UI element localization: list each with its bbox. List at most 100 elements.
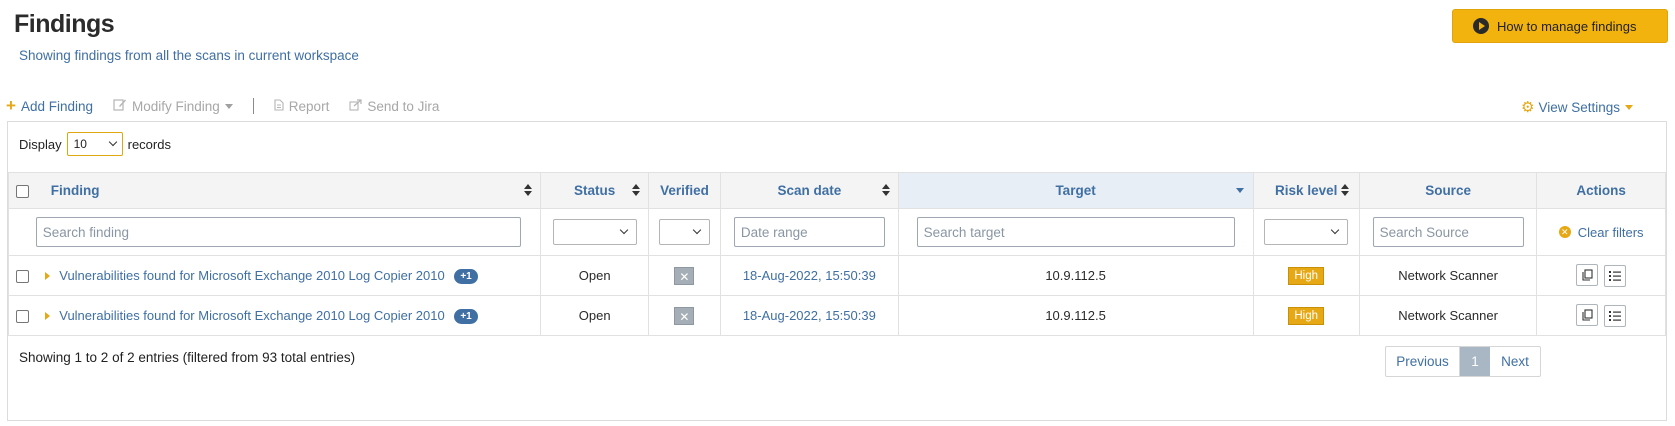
display-length-control: Display 10 records bbox=[19, 132, 171, 156]
expand-arrow-icon[interactable] bbox=[44, 312, 50, 321]
details-button[interactable] bbox=[1603, 305, 1626, 327]
target-header-label: Target bbox=[1055, 183, 1096, 198]
target-cell: 10.9.112.5 bbox=[897, 255, 1254, 296]
chevron-down-icon bbox=[108, 137, 117, 147]
finding-link[interactable]: Vulnerabilities found for Microsoft Exch… bbox=[59, 269, 444, 284]
sort-icon bbox=[1341, 184, 1349, 196]
modify-finding-label: Modify Finding bbox=[132, 98, 220, 114]
how-to-manage-findings-button[interactable]: How to manage findings bbox=[1452, 9, 1668, 43]
add-finding-label: Add Finding bbox=[20, 98, 93, 114]
risk-header-label: Risk level bbox=[1275, 183, 1338, 198]
copy-button[interactable] bbox=[1576, 264, 1599, 286]
risk-level-badge: High bbox=[1288, 306, 1325, 325]
report-button[interactable]: Report bbox=[274, 98, 329, 114]
list-icon bbox=[1608, 311, 1621, 321]
sort-icon bbox=[632, 184, 640, 196]
verified-header-label: Verified bbox=[660, 183, 709, 198]
chevron-down-icon bbox=[224, 103, 233, 109]
page-title: Findings bbox=[14, 10, 115, 38]
chevron-down-icon bbox=[1330, 225, 1340, 235]
toolbar-divider bbox=[252, 98, 254, 114]
column-header-scan-date[interactable]: Scan date bbox=[720, 172, 899, 209]
expand-arrow-icon[interactable] bbox=[44, 272, 50, 281]
display-prefix: Display bbox=[19, 136, 62, 152]
document-icon bbox=[274, 98, 284, 114]
modify-finding-button[interactable]: Modify Finding bbox=[113, 98, 233, 114]
column-header-status[interactable]: Status bbox=[540, 172, 649, 209]
extra-count-badge[interactable]: +1 bbox=[454, 308, 478, 324]
next-page-button[interactable]: Next bbox=[1490, 347, 1540, 376]
records-per-page-select[interactable]: 10 bbox=[66, 132, 123, 156]
select-all-checkbox[interactable] bbox=[16, 184, 29, 198]
column-header-risk-level[interactable]: Risk level bbox=[1252, 172, 1360, 209]
status-cell: Open bbox=[540, 255, 649, 296]
send-to-jira-label: Send to Jira bbox=[367, 98, 440, 114]
actions-header-label: Actions bbox=[1576, 183, 1626, 198]
search-source-input[interactable]: Search Source bbox=[1372, 217, 1524, 247]
target-cell: 10.9.112.5 bbox=[897, 295, 1254, 336]
clear-filters-button[interactable]: ✕ Clear filters bbox=[1537, 225, 1665, 240]
status-header-label: Status bbox=[574, 183, 616, 198]
view-settings-button[interactable]: ⚙ View Settings bbox=[1521, 98, 1634, 116]
gear-icon: ⚙ bbox=[1521, 99, 1535, 116]
finding-header-label: Finding bbox=[50, 183, 100, 198]
status-filter-select[interactable] bbox=[552, 219, 637, 245]
copy-icon bbox=[1582, 309, 1593, 321]
view-settings-label: View Settings bbox=[1538, 99, 1621, 115]
chevron-down-icon bbox=[692, 225, 702, 235]
chevron-down-icon bbox=[619, 225, 628, 235]
sort-desc-icon bbox=[1235, 188, 1244, 193]
findings-panel: Display 10 records Finding Status Verifi… bbox=[7, 121, 1667, 421]
share-icon bbox=[349, 98, 362, 114]
chevron-down-icon bbox=[1625, 104, 1634, 110]
column-header-verified[interactable]: Verified bbox=[647, 172, 722, 209]
column-header-actions: Actions bbox=[1536, 172, 1666, 209]
table-info: Showing 1 to 2 of 2 entries (filtered fr… bbox=[19, 350, 356, 365]
findings-table: Finding Status Verified Scan date Target… bbox=[7, 172, 1666, 336]
play-icon bbox=[1473, 18, 1489, 34]
records-per-page-value: 10 bbox=[73, 137, 87, 151]
finding-link[interactable]: Vulnerabilities found for Microsoft Exch… bbox=[59, 309, 444, 324]
add-finding-button[interactable]: + Add Finding bbox=[6, 96, 93, 115]
column-header-source[interactable]: Source bbox=[1358, 172, 1538, 209]
source-cell: Network Scanner bbox=[1358, 255, 1538, 296]
sort-icon bbox=[882, 184, 890, 196]
clear-filters-label: Clear filters bbox=[1577, 224, 1644, 240]
send-to-jira-button[interactable]: Send to Jira bbox=[349, 99, 439, 114]
previous-page-button[interactable]: Previous bbox=[1386, 347, 1460, 376]
scan-date-link[interactable]: 18-Aug-2022, 15:50:39 bbox=[743, 308, 876, 323]
table-row: Vulnerabilities found for Microsoft Exch… bbox=[7, 255, 1666, 296]
scan-date-header-label: Scan date bbox=[777, 183, 842, 198]
details-button[interactable] bbox=[1603, 265, 1626, 287]
not-verified-icon: ✕ bbox=[674, 266, 695, 285]
edit-icon bbox=[113, 98, 127, 114]
list-icon bbox=[1608, 271, 1621, 281]
risk-filter-select[interactable] bbox=[1264, 219, 1349, 245]
copy-icon bbox=[1582, 269, 1593, 281]
search-target-input[interactable]: Search target bbox=[916, 217, 1235, 247]
search-finding-input[interactable]: Search finding bbox=[35, 217, 521, 247]
table-row: Vulnerabilities found for Microsoft Exch… bbox=[7, 295, 1666, 336]
column-header-finding[interactable]: Finding bbox=[7, 172, 542, 209]
row-checkbox[interactable] bbox=[16, 269, 29, 283]
display-suffix: records bbox=[127, 136, 171, 152]
status-cell: Open bbox=[540, 295, 649, 336]
how-to-label: How to manage findings bbox=[1497, 18, 1637, 34]
column-header-target[interactable]: Target bbox=[897, 172, 1254, 209]
extra-count-badge[interactable]: +1 bbox=[454, 268, 478, 284]
scan-date-link[interactable]: 18-Aug-2022, 15:50:39 bbox=[743, 268, 876, 283]
current-page-button[interactable]: 1 bbox=[1460, 347, 1490, 376]
page-subtitle: Showing findings from all the scans in c… bbox=[19, 48, 359, 63]
sort-icon bbox=[524, 184, 532, 196]
date-range-input[interactable]: Date range bbox=[733, 217, 885, 247]
source-header-label: Source bbox=[1425, 183, 1471, 198]
close-circle-icon: ✕ bbox=[1558, 226, 1571, 238]
row-checkbox[interactable] bbox=[16, 309, 29, 323]
source-cell: Network Scanner bbox=[1358, 295, 1538, 336]
not-verified-icon: ✕ bbox=[674, 306, 695, 325]
toolbar: + Add Finding Modify Finding Report Send… bbox=[6, 96, 459, 116]
copy-button[interactable] bbox=[1576, 304, 1599, 326]
pagination: Previous 1 Next bbox=[1385, 346, 1541, 377]
verified-filter-select[interactable] bbox=[658, 219, 710, 245]
plus-icon: + bbox=[6, 96, 16, 115]
